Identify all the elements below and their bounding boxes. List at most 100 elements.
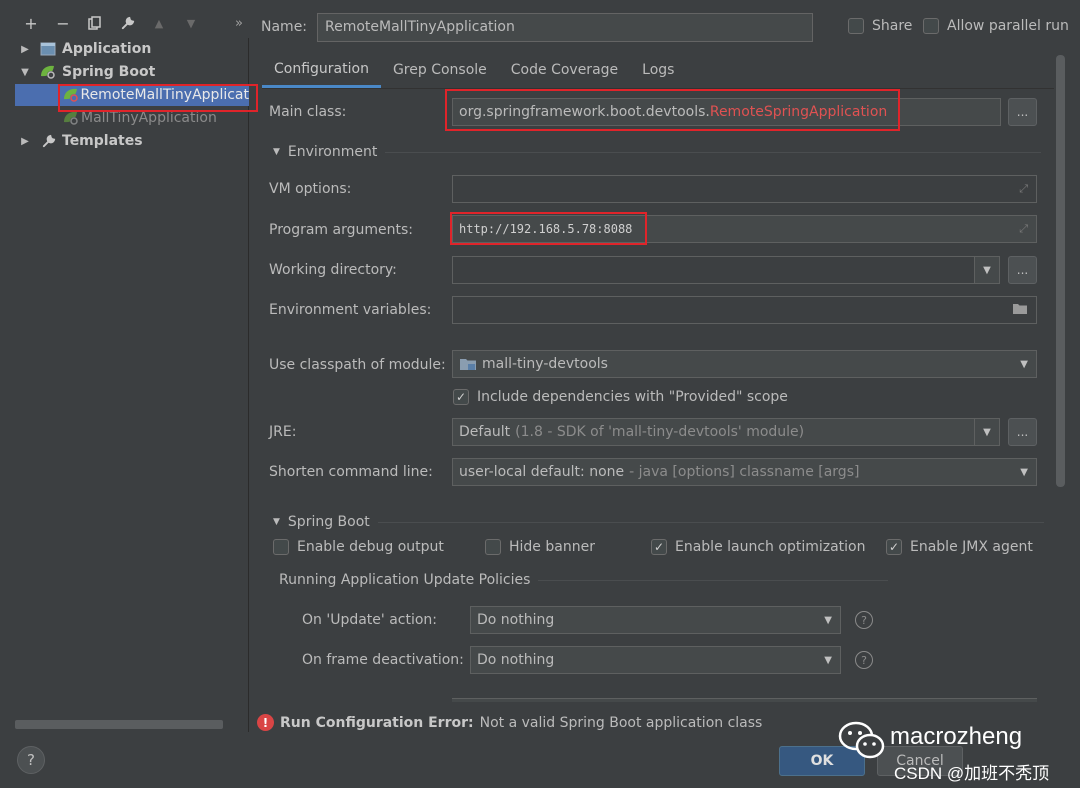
hide-banner-label: Hide banner [509, 539, 595, 555]
working-dir-label: Working directory: [269, 262, 397, 278]
tab-bar: Configuration Grep Console Code Coverage… [262, 52, 686, 88]
on-frame-select[interactable]: Do nothing ▼ [470, 646, 841, 674]
expand-icon[interactable]: ⤢ [1019, 222, 1028, 236]
check-icon[interactable]: ✓ [886, 539, 902, 555]
share-checkbox[interactable]: Share [848, 18, 912, 34]
cut-off-field [452, 698, 1037, 702]
tree-item-templates[interactable]: ▶ Templates [15, 130, 249, 152]
chevron-down-icon[interactable]: ▼ [1020, 467, 1028, 478]
chevron-down-icon[interactable]: ▼ [1020, 359, 1028, 370]
share-label: Share [872, 18, 913, 34]
error-icon: ! [257, 714, 274, 731]
tree-item-spring-boot[interactable]: ▼ Spring Boot [15, 61, 249, 83]
move-down-icon[interactable]: ▼ [180, 12, 202, 34]
program-args-value: http://192.168.5.78:8088 [459, 222, 633, 236]
spring-boot-run-icon [61, 87, 80, 103]
jre-label: JRE: [269, 424, 297, 440]
on-update-label: On 'Update' action: [302, 612, 438, 628]
shorten-detail: - java [options] classname [args] [629, 464, 860, 480]
checkbox-box[interactable] [923, 18, 939, 34]
collapse-arrow-icon[interactable]: ▼ [273, 147, 280, 157]
expand-icon[interactable]: ⤢ [1019, 182, 1028, 196]
move-up-icon[interactable]: ▲ [148, 12, 170, 34]
watermark-name: macrozheng [890, 723, 1023, 750]
chevron-down-icon[interactable]: ▼ [974, 256, 1000, 284]
parallel-run-checkbox[interactable]: Allow parallel run [923, 18, 1069, 34]
help-icon[interactable]: ? [855, 651, 873, 669]
collapse-arrow-icon[interactable]: ▼ [273, 517, 280, 527]
tree-item-mall-tiny[interactable]: MallTinyApplication [15, 107, 249, 129]
program-args-input[interactable]: http://192.168.5.78:8088 ⤢ [452, 215, 1037, 243]
tab-divider [262, 88, 1054, 89]
main-class-input[interactable]: org.springframework.boot.devtools. Remote… [452, 98, 1001, 126]
working-dir-input[interactable] [452, 256, 975, 284]
add-icon[interactable]: + [20, 12, 42, 34]
on-update-select[interactable]: Do nothing ▼ [470, 606, 841, 634]
wrench-icon[interactable] [116, 12, 138, 34]
main-class-label: Main class: [269, 104, 347, 120]
main-class-browse-button[interactable]: ... [1008, 98, 1037, 126]
classpath-select[interactable]: mall-tiny-devtools ▼ [452, 350, 1037, 378]
environment-section[interactable]: ▼ Environment [273, 144, 1042, 160]
help-icon[interactable]: ? [855, 611, 873, 629]
include-deps-checkbox[interactable]: ✓ Include dependencies with "Provided" s… [453, 389, 788, 405]
jre-detail: (1.8 - SDK of 'mall-tiny-devtools' modul… [515, 424, 805, 440]
debug-output-checkbox[interactable]: Enable debug output [273, 539, 444, 555]
update-policies-label: Running Application Update Policies [279, 572, 531, 588]
checkbox-box[interactable] [848, 18, 864, 34]
chevron-down-icon[interactable]: ▼ [824, 655, 832, 666]
shorten-label: Shorten command line: [269, 464, 433, 480]
jre-select[interactable]: Default (1.8 - SDK of 'mall-tiny-devtool… [452, 418, 975, 446]
tab-code-coverage[interactable]: Code Coverage [499, 52, 630, 88]
main-class-name: RemoteSpringApplication [709, 104, 888, 120]
remove-icon[interactable]: − [52, 12, 74, 34]
classpath-label: Use classpath of module: [269, 357, 446, 373]
env-vars-input[interactable] [452, 296, 1037, 324]
environment-label: Environment [287, 144, 378, 160]
checkbox-box[interactable] [485, 539, 501, 555]
tree-item-remote-mall-tiny[interactable]: RemoteMallTinyApplicat [15, 84, 249, 106]
spring-boot-section-label: Spring Boot [287, 514, 370, 530]
more-icon[interactable]: » [228, 12, 250, 34]
watermark-source: CSDN @加班不秃顶 [894, 764, 1050, 783]
tree-item-application[interactable]: ▶ Application [15, 38, 249, 60]
chevron-down-icon[interactable]: ▼ [974, 418, 1000, 446]
launch-optimization-checkbox[interactable]: ✓ Enable launch optimization [651, 539, 865, 555]
tab-logs[interactable]: Logs [630, 52, 686, 88]
check-icon[interactable]: ✓ [651, 539, 667, 555]
jre-browse-button[interactable]: ... [1008, 418, 1037, 446]
jmx-agent-checkbox[interactable]: ✓ Enable JMX agent [886, 539, 1033, 555]
shorten-select[interactable]: user-local default: none - java [options… [452, 458, 1037, 486]
vm-options-input[interactable]: ⤢ [452, 175, 1037, 203]
env-vars-label: Environment variables: [269, 302, 432, 318]
name-input[interactable]: RemoteMallTinyApplication [317, 13, 813, 42]
copy-icon[interactable] [84, 12, 106, 34]
spring-boot-section[interactable]: ▼ Spring Boot [273, 514, 1044, 530]
error-text: Not a valid Spring Boot application clas… [479, 714, 763, 731]
debug-output-label: Enable debug output [297, 539, 444, 555]
application-icon [38, 41, 58, 57]
form-scrollbar[interactable] [1056, 55, 1065, 487]
expand-arrow-icon[interactable]: ▶ [18, 136, 32, 147]
check-icon[interactable]: ✓ [453, 389, 469, 405]
classpath-value: mall-tiny-devtools [482, 356, 608, 372]
help-button[interactable]: ? [17, 746, 45, 774]
on-frame-value: Do nothing [477, 652, 555, 668]
chevron-down-icon[interactable]: ▼ [824, 615, 832, 626]
update-policies-group: Running Application Update Policies [279, 572, 889, 588]
watermark: macrozheng CSDN @加班不秃顶 [838, 719, 1074, 785]
tree-item-label: Templates [62, 133, 143, 149]
checkbox-box[interactable] [273, 539, 289, 555]
jmx-agent-label: Enable JMX agent [910, 539, 1033, 555]
name-label: Name: [261, 19, 308, 35]
hide-banner-checkbox[interactable]: Hide banner [485, 539, 595, 555]
expand-arrow-icon[interactable]: ▶ [18, 44, 32, 55]
working-dir-browse-button[interactable]: ... [1008, 256, 1037, 284]
collapse-arrow-icon[interactable]: ▼ [18, 67, 32, 78]
include-deps-label: Include dependencies with "Provided" sco… [477, 389, 788, 405]
tab-grep-console[interactable]: Grep Console [381, 52, 499, 88]
tab-configuration[interactable]: Configuration [262, 52, 381, 88]
tree-scrollbar[interactable] [15, 720, 223, 729]
folder-icon[interactable] [1012, 302, 1028, 319]
tree-item-label: RemoteMallTinyApplicat [80, 87, 249, 103]
